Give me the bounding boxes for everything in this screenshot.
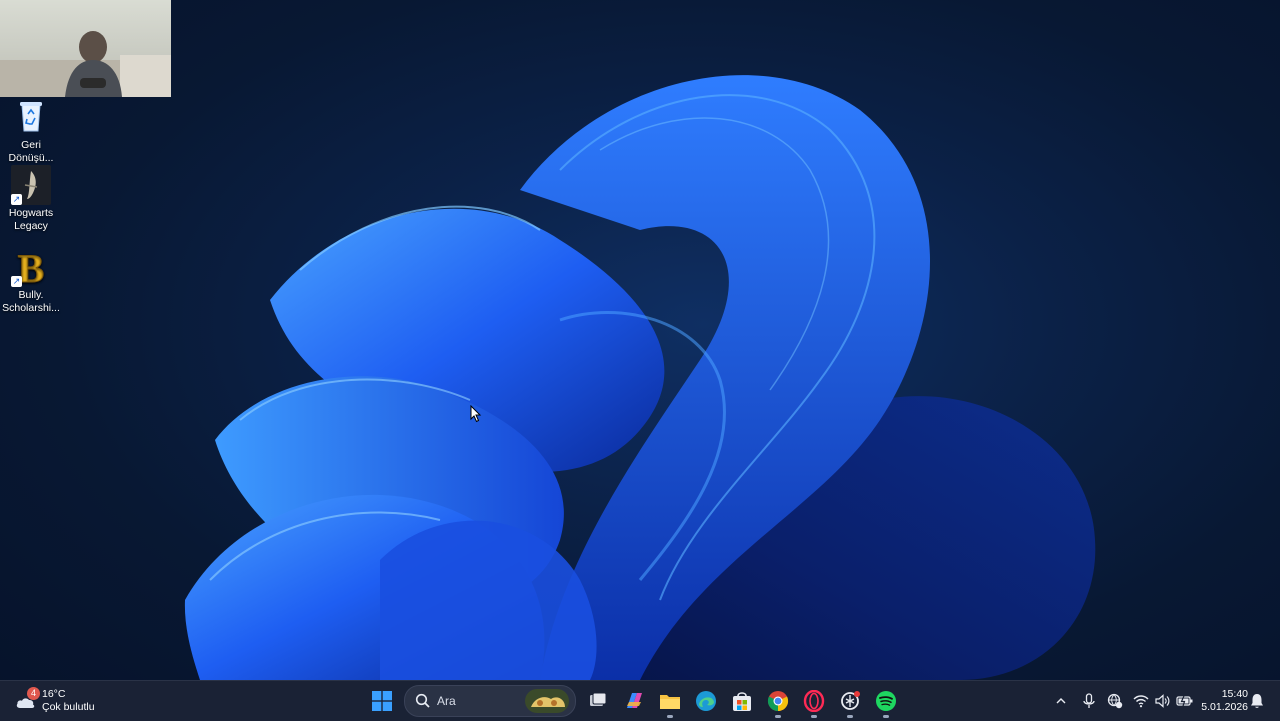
start-button[interactable] bbox=[364, 683, 400, 719]
volume-tray-button[interactable] bbox=[1152, 681, 1174, 721]
taskbar-clock[interactable]: 15:40 5.01.2026 bbox=[1196, 688, 1248, 714]
bully-b-icon: B ↗ bbox=[11, 246, 51, 292]
copilot-button[interactable] bbox=[616, 683, 652, 719]
store-bag-icon bbox=[733, 692, 751, 711]
microphone-icon bbox=[1083, 693, 1095, 708]
search-highlight-icon bbox=[525, 689, 569, 713]
hogwarts-legacy-icon: ↗ bbox=[11, 165, 51, 205]
weather-condition: Çok bulutlu bbox=[42, 701, 95, 713]
opera-gx-icon bbox=[803, 690, 825, 712]
webcam-overlay bbox=[0, 0, 171, 97]
folder-icon bbox=[660, 695, 680, 709]
battery-charging-icon bbox=[1176, 695, 1193, 707]
desktop-icon-hogwarts-legacy[interactable]: ↗ Hogwarts Legacy bbox=[2, 165, 60, 233]
clock-time: 15:40 bbox=[1221, 688, 1248, 700]
battery-tray-button[interactable] bbox=[1174, 681, 1196, 721]
notification-center-button[interactable] bbox=[1250, 693, 1264, 714]
edge-browser-button[interactable] bbox=[688, 683, 724, 719]
system-tray bbox=[1050, 681, 1196, 721]
notification-bell-icon bbox=[1251, 694, 1263, 708]
speaker-icon bbox=[1155, 694, 1170, 708]
spotify-button[interactable] bbox=[868, 683, 904, 719]
weather-temperature: 16°C bbox=[42, 688, 66, 700]
search-icon bbox=[415, 693, 430, 708]
chatgpt-button[interactable] bbox=[832, 683, 868, 719]
desktop-icon-recycle-bin[interactable]: Geri Dönüşü... bbox=[2, 97, 60, 165]
windows-logo-icon bbox=[372, 691, 392, 711]
edge-icon bbox=[696, 691, 716, 711]
desktop-icon-label: Legacy bbox=[14, 220, 48, 232]
chrome-icon bbox=[767, 691, 789, 712]
file-explorer-button[interactable] bbox=[652, 683, 688, 719]
clock-date: 5.01.2026 bbox=[1201, 701, 1248, 713]
taskbar: 4 16°C Çok bulutlu Ara 15:40 5.01.2026 bbox=[0, 680, 1280, 721]
mouse-cursor-icon bbox=[470, 405, 482, 423]
taskbar-search-box[interactable]: Ara bbox=[404, 685, 576, 717]
show-hidden-icons-button[interactable] bbox=[1050, 681, 1072, 721]
globe-shield-icon bbox=[1107, 693, 1123, 709]
chevron-up-icon bbox=[1056, 698, 1066, 704]
desktop-icon-label: Dönüşü... bbox=[8, 152, 54, 164]
wifi-tray-button[interactable] bbox=[1130, 681, 1152, 721]
desktop-icon-bully-scholarship[interactable]: B ↗ Bully. Scholarshi... bbox=[2, 246, 60, 315]
desktop-icon-label: Bully. bbox=[18, 289, 44, 301]
copilot-icon bbox=[627, 693, 642, 708]
shortcut-arrow-icon: ↗ bbox=[11, 276, 22, 287]
weather-widget[interactable]: 4 16°C Çok bulutlu bbox=[14, 687, 95, 715]
desktop[interactable]: Geri Dönüşü... ↗ Hogwarts Legacy B ↗ Bul… bbox=[0, 0, 1280, 680]
desktop-icon-label: Scholarshi... bbox=[2, 302, 60, 314]
vpn-tray-button[interactable] bbox=[1104, 681, 1126, 721]
opera-button[interactable] bbox=[796, 683, 832, 719]
microphone-tray-button[interactable] bbox=[1078, 681, 1100, 721]
spotify-icon bbox=[876, 691, 896, 711]
wallpaper-bloom bbox=[184, 75, 1096, 680]
microsoft-store-button[interactable] bbox=[724, 683, 760, 719]
search-label: Ara bbox=[437, 694, 456, 708]
task-view-icon bbox=[590, 692, 607, 706]
desktop-icon-label: Hogwarts bbox=[8, 207, 54, 219]
recycle-bin-icon bbox=[11, 97, 51, 137]
cloud-icon: 4 bbox=[14, 687, 40, 713]
wifi-icon bbox=[1133, 695, 1149, 708]
task-view-button[interactable] bbox=[580, 683, 616, 719]
weather-badge: 4 bbox=[27, 687, 40, 700]
desktop-icon-label: Geri bbox=[21, 139, 41, 151]
chrome-button[interactable] bbox=[760, 683, 796, 719]
chatgpt-icon bbox=[841, 691, 860, 710]
shortcut-arrow-icon: ↗ bbox=[11, 194, 22, 205]
